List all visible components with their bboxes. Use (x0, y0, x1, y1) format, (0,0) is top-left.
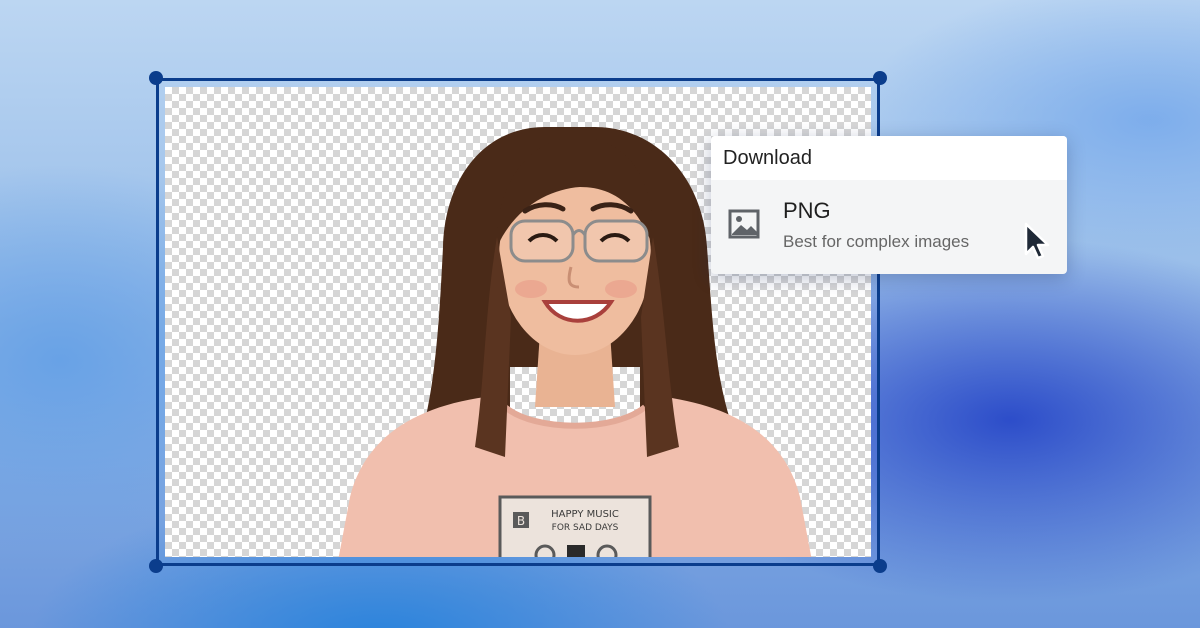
download-option-label: PNG (783, 198, 831, 223)
shirt-graphic-line-1: HAPPY MUSIC (551, 509, 619, 520)
arrow-pointer-icon (1024, 222, 1050, 260)
shirt-graphic-letter: B (517, 514, 525, 528)
shirt-graphic-line-2: FOR SAD DAYS (552, 523, 619, 533)
banner-stage: B HAPPY MUSIC FOR SAD DAYS Download PNG … (0, 0, 1200, 628)
download-menu-title: Download (711, 136, 1067, 180)
image-icon (728, 209, 760, 239)
download-option-png[interactable]: PNG Best for complex images (711, 180, 1067, 274)
selection-handle-bottom-right[interactable] (873, 559, 887, 573)
shirt-cassette-graphic: B HAPPY MUSIC FOR SAD DAYS (498, 495, 652, 557)
download-option-description: Best for complex images (783, 232, 970, 251)
selection-handle-top-right[interactable] (873, 71, 887, 85)
selection-handle-bottom-left[interactable] (149, 559, 163, 573)
selection-handle-top-left[interactable] (149, 71, 163, 85)
download-menu: Download PNG Best for complex images (711, 136, 1067, 274)
